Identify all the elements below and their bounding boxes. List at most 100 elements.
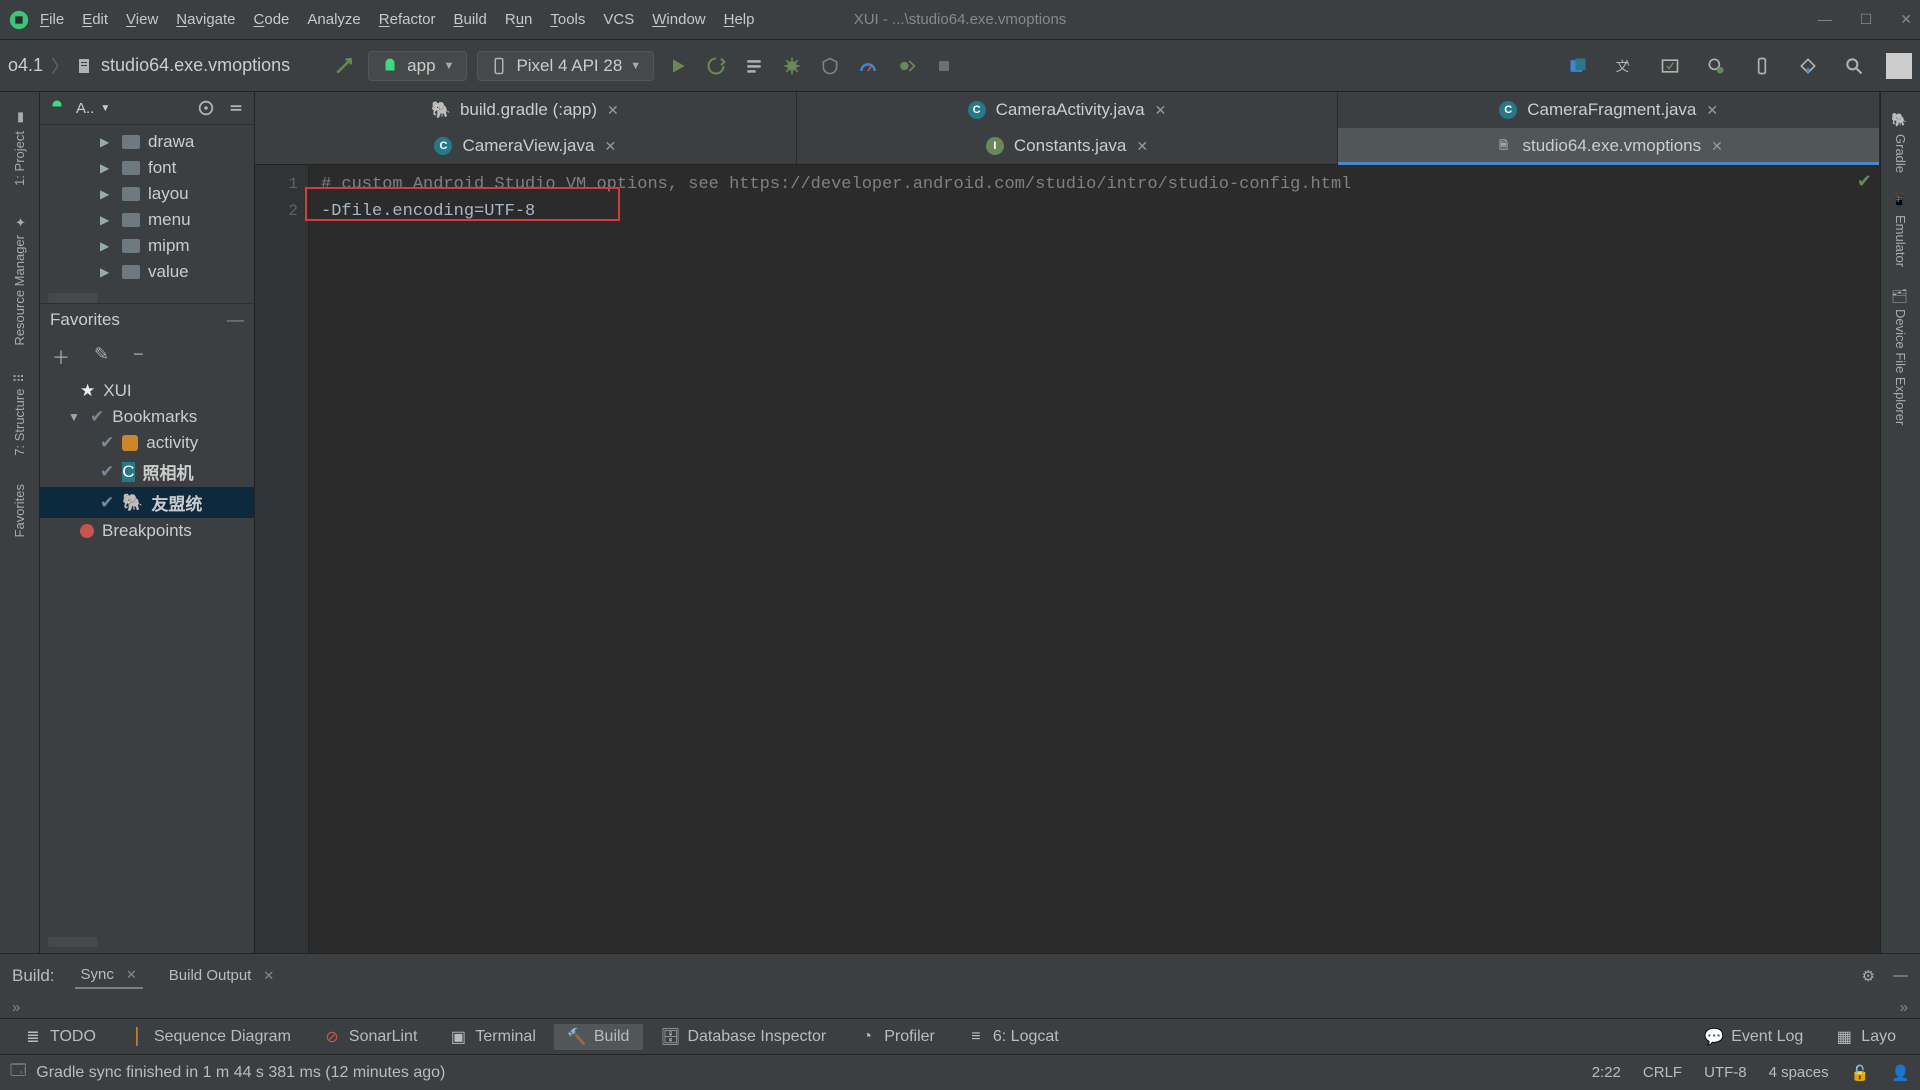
sdk-manager-icon[interactable]	[1794, 52, 1822, 80]
tool-build[interactable]: 🔨Build	[554, 1024, 644, 1050]
tree-folder-layout[interactable]: ▶layou	[40, 181, 254, 207]
menu-run[interactable]: Run	[505, 11, 533, 28]
overflow-left-icon[interactable]: »	[12, 999, 20, 1016]
remove-favorite-icon[interactable]: −	[133, 344, 144, 370]
close-icon[interactable]: ✕	[1155, 102, 1167, 119]
translations-icon[interactable]: 文A	[1610, 52, 1638, 80]
close-icon[interactable]: ✕	[263, 968, 274, 984]
menu-help[interactable]: Help	[724, 11, 755, 28]
locate-icon[interactable]	[196, 98, 216, 118]
layout-inspector-icon[interactable]	[1656, 52, 1684, 80]
build-tab-output[interactable]: Build Output✕	[163, 963, 280, 988]
menu-navigate[interactable]: Navigate	[176, 11, 235, 28]
favorites-list-xui[interactable]: ★XUI	[40, 378, 254, 404]
tree-folder-values[interactable]: ▶value	[40, 259, 254, 285]
close-icon[interactable]: ✕	[126, 967, 137, 983]
close-icon[interactable]: ✕	[607, 102, 619, 119]
tool-event-log[interactable]: 💬Event Log	[1691, 1024, 1817, 1050]
tab-constants[interactable]: IConstants.java✕	[797, 128, 1339, 164]
tab-build-gradle[interactable]: 🐘build.gradle (:app)✕	[255, 92, 797, 128]
code-content[interactable]: # custom Android Studio VM options, see …	[309, 165, 1880, 953]
status-encoding[interactable]: UTF-8	[1704, 1064, 1747, 1081]
tree-scrollbar[interactable]	[48, 293, 98, 303]
close-icon[interactable]: ✕	[604, 138, 616, 155]
tool-favorites[interactable]: Favorites	[12, 484, 27, 537]
tool-database-inspector[interactable]: 🗄Database Inspector	[647, 1024, 840, 1050]
menu-code[interactable]: Code	[254, 11, 290, 28]
tool-gradle[interactable]: 🐘 Gradle	[1893, 112, 1908, 173]
overflow-right-icon[interactable]: »	[1900, 999, 1908, 1016]
tab-vmoptions[interactable]: 🗎studio64.exe.vmoptions✕	[1338, 128, 1880, 164]
project-tree[interactable]: ▶drawa ▶font ▶layou ▶menu ▶mipm ▶value	[40, 125, 254, 289]
tool-sonarlint[interactable]: ⊘SonarLint	[309, 1024, 432, 1050]
close-icon[interactable]: ✕	[1711, 138, 1723, 155]
project-view-selector[interactable]: A..▼	[76, 100, 110, 117]
tool-device-file-explorer[interactable]: 🗂 Device File Explorer	[1893, 287, 1908, 426]
profiler-icon[interactable]	[854, 52, 882, 80]
menu-analyze[interactable]: Analyze	[307, 11, 360, 28]
status-readonly-icon[interactable]: 🔓	[1851, 1064, 1870, 1082]
maximize-button[interactable]: ☐	[1860, 11, 1873, 28]
tool-layout-inspector[interactable]: ▦Layo	[1821, 1024, 1910, 1050]
device-selector[interactable]: Pixel 4 API 28 ▼	[477, 51, 654, 81]
device-manager-icon[interactable]	[1748, 52, 1776, 80]
bookmark-umeng[interactable]: ✔🐘友盟统	[40, 487, 254, 518]
menu-tools[interactable]: Tools	[550, 11, 585, 28]
tab-camera-fragment[interactable]: CCameraFragment.java✕	[1338, 92, 1880, 128]
tool-logcat[interactable]: ≡6: Logcat	[953, 1024, 1073, 1050]
sync-gradle-icon[interactable]	[330, 52, 358, 80]
edit-favorite-icon[interactable]: ✎	[94, 344, 109, 370]
bookmark-activity[interactable]: ✔activity	[40, 430, 254, 456]
menu-build[interactable]: Build	[453, 11, 486, 28]
account-avatar[interactable]	[1886, 53, 1912, 79]
bookmark-camera[interactable]: ✔C照相机	[40, 456, 254, 487]
apply-changes-icon[interactable]	[702, 52, 730, 80]
status-inspection-icon[interactable]: 👤	[1891, 1064, 1910, 1082]
close-icon[interactable]: ✕	[1706, 102, 1718, 119]
minimize-button[interactable]: —	[1818, 11, 1832, 28]
tool-profiler[interactable]: ◔Profiler	[844, 1024, 949, 1050]
apply-code-changes-icon[interactable]	[740, 52, 768, 80]
tab-camera-view[interactable]: CCameraView.java✕	[255, 128, 797, 164]
menu-edit[interactable]: Edit	[82, 11, 108, 28]
attach-debugger-icon[interactable]	[892, 52, 920, 80]
menu-file[interactable]: File	[40, 11, 64, 28]
favorites-scrollbar[interactable]	[48, 937, 98, 947]
add-favorite-icon[interactable]: ＋	[52, 344, 70, 370]
favorites-tree[interactable]: ★XUI ▼✔Bookmarks ✔activity ✔C照相机 ✔🐘友盟统 B…	[40, 378, 254, 544]
coverage-icon[interactable]	[816, 52, 844, 80]
run-button[interactable]	[664, 52, 692, 80]
tool-emulator[interactable]: 📱 Emulator	[1893, 193, 1908, 267]
build-settings-icon[interactable]: ⚙	[1862, 967, 1875, 985]
close-icon[interactable]: ✕	[1136, 138, 1148, 155]
tree-folder-font[interactable]: ▶font	[40, 155, 254, 181]
tab-camera-activity[interactable]: CCameraActivity.java✕	[797, 92, 1339, 128]
avd-manager-icon[interactable]	[1564, 52, 1592, 80]
app-inspection-icon[interactable]	[1702, 52, 1730, 80]
debug-button[interactable]	[778, 52, 806, 80]
tool-structure[interactable]: 7: Structure ⠿	[12, 373, 27, 456]
tool-project[interactable]: 1: Project ▮	[12, 110, 27, 186]
build-hide-icon[interactable]: —	[1893, 967, 1908, 985]
search-everywhere-icon[interactable]	[1840, 52, 1868, 80]
favorites-hide-icon[interactable]: —	[227, 310, 244, 330]
collapse-all-icon[interactable]	[226, 98, 246, 118]
build-tab-sync[interactable]: Sync✕	[75, 962, 143, 989]
menu-view[interactable]: View	[126, 11, 158, 28]
menu-refactor[interactable]: Refactor	[379, 11, 436, 28]
code-editor[interactable]: 1 2 # custom Android Studio VM options, …	[255, 165, 1880, 953]
status-notebook-icon[interactable]: 🗔	[10, 1060, 26, 1085]
status-line-separator[interactable]: CRLF	[1643, 1064, 1682, 1081]
close-button[interactable]: ✕	[1900, 11, 1912, 28]
favorites-breakpoints[interactable]: Breakpoints	[40, 518, 254, 544]
tool-resource-manager[interactable]: Resource Manager ✦	[12, 214, 27, 346]
inspection-ok-icon[interactable]: ✔	[1857, 171, 1872, 192]
tool-sequence-diagram[interactable]: ⎮Sequence Diagram	[114, 1024, 305, 1050]
menu-vcs[interactable]: VCS	[603, 11, 634, 28]
breadcrumb-project[interactable]: o4.1	[8, 55, 43, 76]
status-caret[interactable]: 2:22	[1592, 1064, 1621, 1081]
favorites-bookmarks[interactable]: ▼✔Bookmarks	[40, 404, 254, 430]
tree-folder-menu[interactable]: ▶menu	[40, 207, 254, 233]
tool-terminal[interactable]: ▣Terminal	[435, 1024, 549, 1050]
breadcrumb-file[interactable]: studio64.exe.vmoptions	[101, 55, 290, 76]
